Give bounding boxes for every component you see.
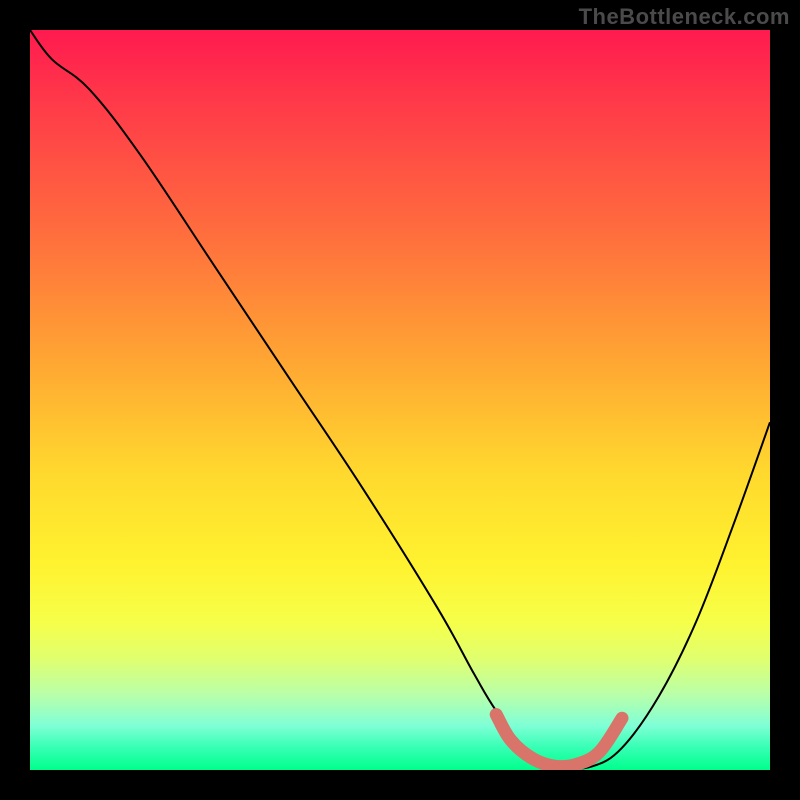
bottleneck-curve [30, 30, 770, 769]
watermark-text: TheBottleneck.com [579, 4, 790, 30]
optimal-zone-marker [496, 715, 622, 767]
curve-svg [30, 30, 770, 770]
plot-area [30, 30, 770, 770]
chart-frame: TheBottleneck.com [0, 0, 800, 800]
